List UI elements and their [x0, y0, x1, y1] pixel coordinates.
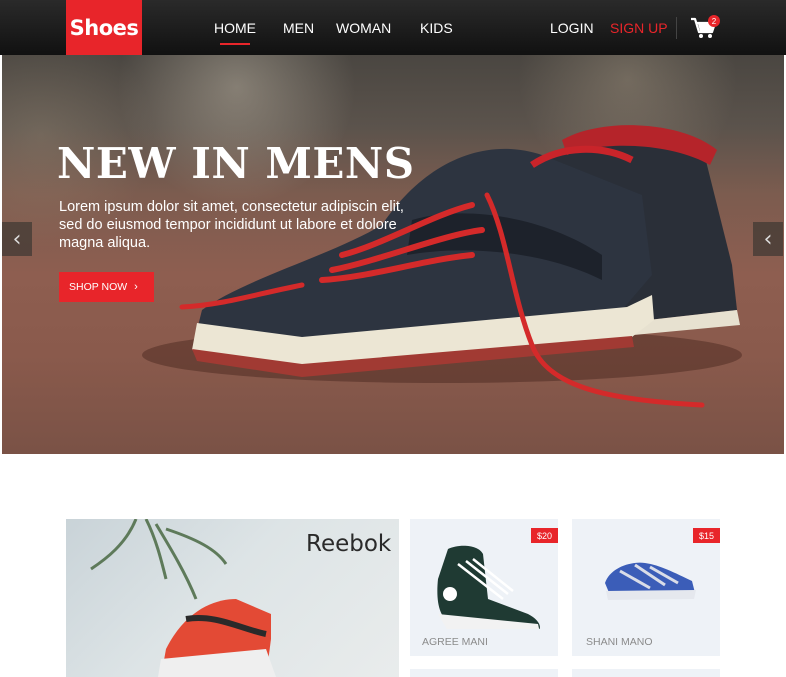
chevron-left-icon: ‹	[763, 226, 773, 252]
product-card[interactable]	[410, 669, 558, 677]
slider-prev-button[interactable]: ‹	[2, 222, 32, 256]
logo[interactable]: Shoes	[66, 0, 142, 55]
product-name: AGREE MANI	[422, 636, 488, 648]
featured-brand: Reebok	[306, 531, 392, 557]
nav-kids[interactable]: KIDS	[420, 20, 453, 36]
cart-count-badge: 2	[708, 15, 720, 27]
shop-now-button[interactable]: SHOP NOW ›	[59, 272, 154, 302]
sneaker-image	[142, 125, 742, 408]
price-badge: $20	[530, 528, 558, 543]
product-card[interactable]	[572, 669, 720, 677]
featured-banner[interactable]: Reebok	[66, 519, 399, 677]
nav-divider	[676, 17, 677, 39]
nav-woman[interactable]: WOMAN	[336, 20, 391, 36]
nav-men[interactable]: MEN	[283, 20, 314, 36]
signup-link[interactable]: SIGN UP	[610, 20, 668, 36]
product-card[interactable]: $20 AGREE MANI	[410, 519, 558, 656]
price-badge: $15	[692, 528, 720, 543]
nav-home[interactable]: HOME	[214, 20, 256, 45]
slider-next-button[interactable]: ‹	[753, 222, 783, 256]
hero-description: Lorem ipsum dolor sit amet, consectetur …	[59, 199, 404, 251]
hero-title: NEW IN MENS	[57, 139, 415, 188]
product-name: SHANI MANO	[586, 636, 653, 648]
shop-now-label: SHOP NOW	[69, 281, 128, 293]
hero-banner: NEW IN MENS Lorem ipsum dolor sit amet, …	[2, 55, 784, 454]
chevron-right-icon: ›	[134, 281, 138, 293]
product-image	[605, 562, 696, 600]
login-link[interactable]: LOGIN	[550, 20, 594, 36]
product-card[interactable]: $15 SHANI MANO	[572, 519, 720, 656]
chevron-left-icon: ‹	[12, 226, 22, 252]
product-image	[437, 545, 540, 629]
top-nav: Shoes HOME MEN WOMAN KIDS LOGIN SIGN UP …	[0, 0, 786, 55]
